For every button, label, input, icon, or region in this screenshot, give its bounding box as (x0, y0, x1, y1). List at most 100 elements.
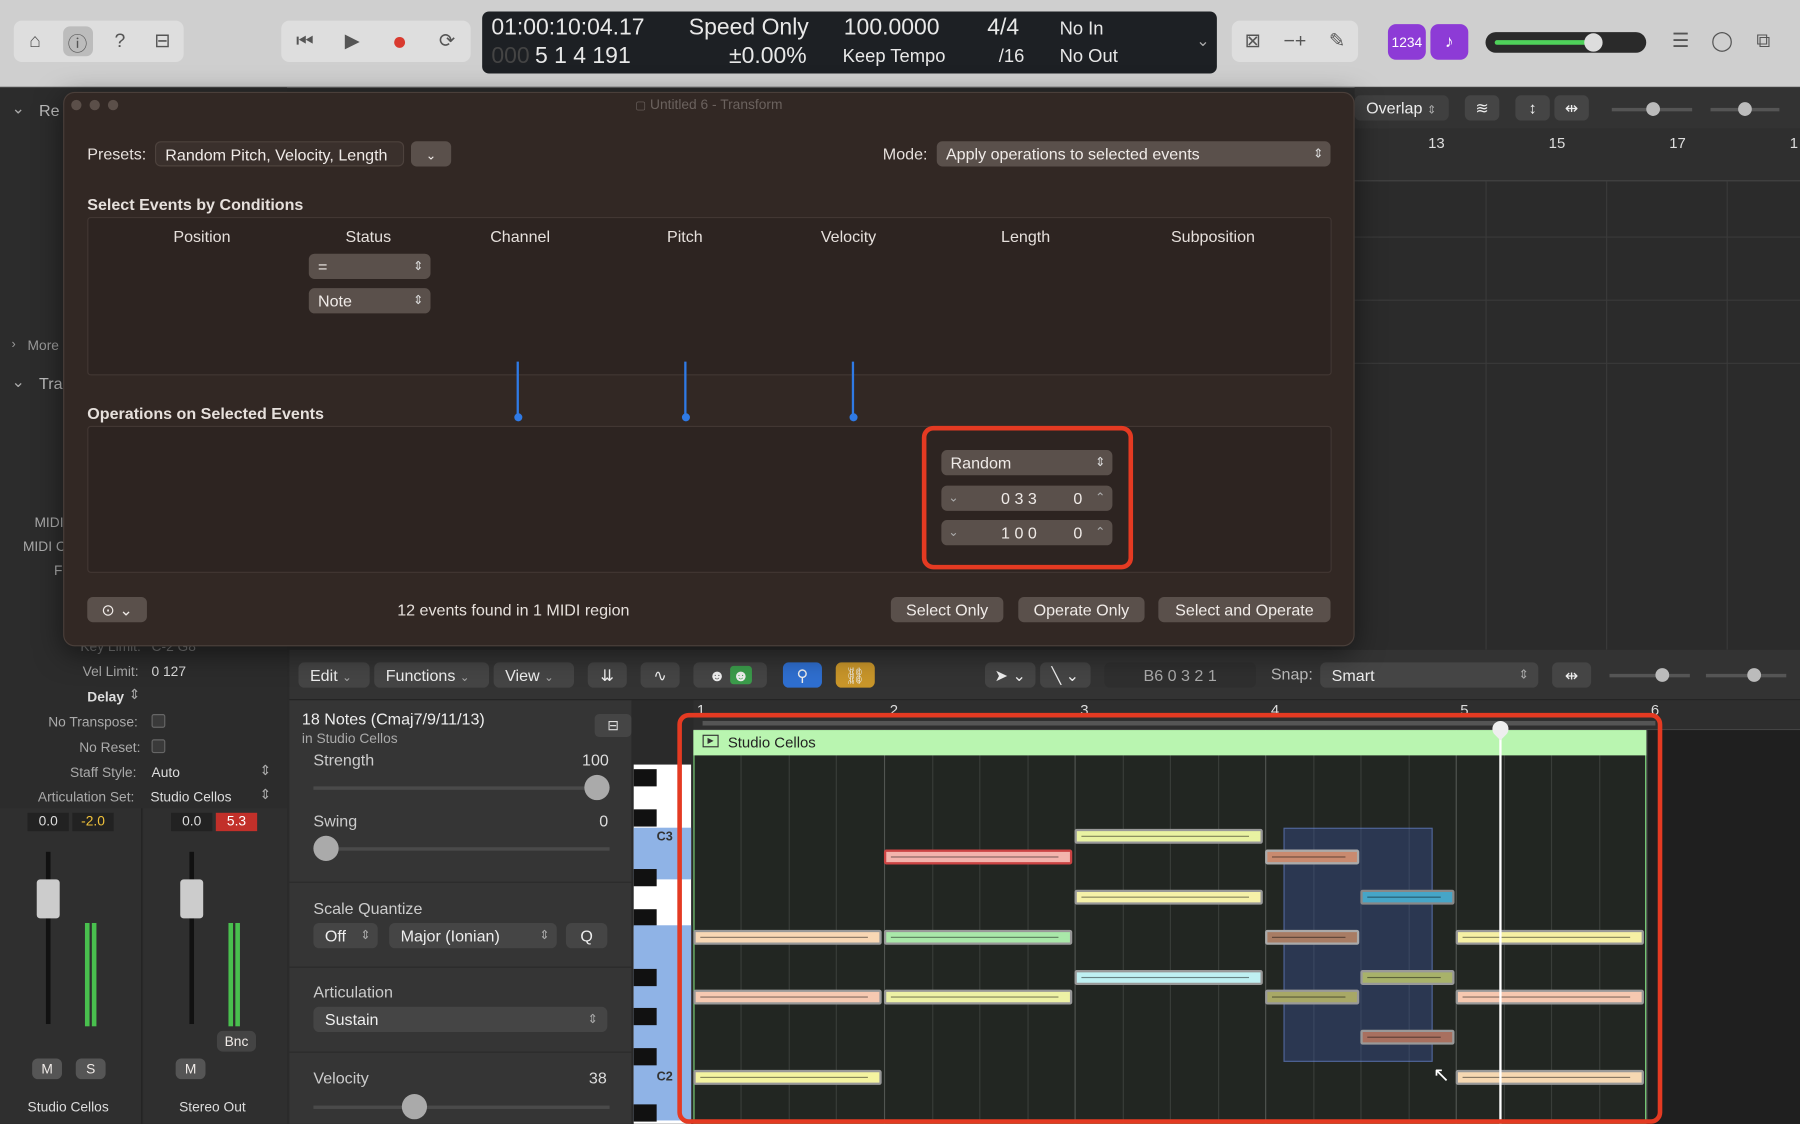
editor-zoom-h[interactable] (1705, 668, 1787, 682)
swing-slider[interactable] (313, 835, 610, 861)
strip2-meter-r (235, 922, 240, 1027)
automation-icon[interactable]: ∿ (640, 662, 680, 688)
vel-limit-value[interactable]: 0 127 (152, 664, 186, 680)
scale-popup[interactable]: Major (Ionian) ⇕ (389, 922, 557, 949)
region-section-header[interactable]: Re (39, 101, 60, 119)
count-in-button[interactable]: 1234 (1387, 24, 1426, 60)
link-icon[interactable]: ⛓ (835, 662, 875, 688)
waveform-icon[interactable]: ≋ (1464, 95, 1500, 121)
toolbar-icon[interactable]: ⊟ (148, 26, 178, 56)
cycle-icon[interactable]: ⟳ (432, 26, 462, 56)
more-disclosure[interactable]: More (28, 338, 59, 354)
midi-in-out-icons[interactable]: ☻ ☻ (693, 662, 767, 688)
strength-label: Strength (313, 750, 375, 770)
inspector-icon[interactable]: ⓘ (62, 26, 93, 57)
overlap-popup[interactable]: Overlap ⇕ (1354, 95, 1449, 121)
notepad-icon[interactable]: ◯ (1707, 26, 1737, 56)
strength-slider[interactable] (313, 774, 610, 801)
select-and-operate-button[interactable]: Select and Operate (1158, 596, 1331, 623)
pencil-tool-icon[interactable]: ╲ ⌄ (1040, 662, 1091, 688)
ellipsis-icon: ⊙ ⌄ (101, 600, 133, 619)
track-section-header[interactable]: Tra (39, 374, 63, 392)
no-reset-label: No Reset: (79, 739, 141, 756)
metronome-icon[interactable]: ♪ (1430, 24, 1469, 60)
action-menu[interactable]: ⊙ ⌄ (87, 596, 147, 623)
split-icon[interactable]: −+ (1280, 26, 1310, 56)
stepper-icon: ⇕ (413, 293, 424, 308)
staff-style-popup[interactable]: Auto (152, 765, 180, 781)
pencil-icon[interactable]: ✎ (1322, 26, 1352, 56)
editor-zoom-v[interactable] (1609, 668, 1690, 682)
mode-label: Mode: (882, 144, 928, 164)
vertical-zoom-icon[interactable]: ↕ (1515, 95, 1550, 121)
strip2-fader[interactable] (180, 879, 204, 919)
view-menu[interactable]: View ⌄ (493, 662, 574, 688)
zoom-slider-h[interactable] (1710, 102, 1780, 116)
vel-limit-label: Vel Limit: (82, 663, 139, 680)
chevron-down-icon[interactable]: ⌄ (1196, 31, 1209, 51)
catch-icon[interactable]: ⚲ (782, 662, 822, 688)
strip2-volume[interactable]: 0.0 (171, 812, 213, 832)
quantize-button[interactable]: Q (565, 922, 608, 949)
strength-value: 100 (582, 750, 609, 770)
column-pitch: Pitch (666, 227, 703, 246)
no-transpose-checkbox[interactable] (151, 714, 166, 728)
select-only-button[interactable]: Select Only (890, 596, 1004, 623)
browser-icon[interactable]: ⧉ (1748, 26, 1778, 56)
window-title: ▢ Untitled 6 - Transform (635, 96, 783, 113)
no-reset-checkbox[interactable] (151, 739, 166, 754)
scale-quantize-off-popup[interactable]: Off ⇕ (313, 922, 378, 949)
mode-popup[interactable]: Apply operations to selected events ⇕ (936, 141, 1331, 167)
velocity-knob[interactable] (401, 1094, 428, 1120)
collapse-panel-icon[interactable]: ⊟ (594, 714, 632, 738)
snap-popup[interactable]: Smart ⇕ (1320, 662, 1539, 688)
channel-strip-1: 0.0 -2.0 M S Studio Cellos (0, 808, 143, 1124)
swing-knob[interactable] (313, 835, 339, 861)
lcd-time: 01:00:10:04.17 (491, 14, 645, 41)
status-value: Note (317, 291, 352, 310)
close-box-icon[interactable]: ⊠ (1238, 26, 1268, 56)
mute-button[interactable]: M (175, 1058, 206, 1080)
collapse-icon[interactable]: ⇊ (587, 662, 627, 688)
ruler-bar-17: 17 (1669, 134, 1686, 152)
zoom-slider-v[interactable] (1611, 102, 1693, 116)
strip1-fader-track (45, 851, 51, 1025)
pointer-tool-icon[interactable]: ➤ ⌄ (984, 662, 1036, 688)
column-status: Status (345, 227, 392, 246)
strip1-volume[interactable]: 0.0 (27, 812, 69, 832)
velocity-connector (851, 361, 855, 417)
bounce-button[interactable]: Bnc (216, 1030, 257, 1052)
list-icon[interactable]: ☰ (1666, 26, 1696, 56)
strip1-fader[interactable] (36, 879, 60, 919)
edit-menu[interactable]: Edit ⌄ (298, 662, 370, 688)
articulation-set-popup[interactable]: Studio Cellos (150, 789, 231, 805)
help-icon[interactable]: ? (105, 26, 135, 56)
status-operator-popup[interactable]: = ⇕ (308, 253, 431, 279)
rewind-icon[interactable]: ⏮ (290, 26, 320, 56)
articulation-popup[interactable]: Sustain ⇕ (313, 1006, 608, 1033)
arrange-ruler[interactable]: 13 15 17 1 (1354, 128, 1800, 182)
operate-only-button[interactable]: Operate Only (1018, 596, 1145, 623)
chevron-right-icon[interactable]: › (11, 338, 15, 352)
column-position: Position (173, 227, 231, 246)
chevron-down-icon[interactable]: ⌄ (11, 372, 24, 392)
master-volume-slider[interactable] (1485, 32, 1647, 53)
solo-button[interactable]: S (75, 1058, 106, 1080)
status-value-popup[interactable]: Note ⇕ (308, 288, 431, 314)
strength-knob[interactable] (584, 774, 610, 801)
mute-button[interactable]: M (32, 1058, 62, 1080)
presets-dropdown[interactable]: ⌄ (410, 141, 452, 167)
velocity-slider[interactable] (313, 1094, 610, 1120)
f-label: F (53, 562, 63, 579)
lcd-display[interactable]: 01:00:10:04.17 000 5 1 4 191 Speed Only … (482, 11, 1217, 74)
fit-icon[interactable]: ⇹ (1554, 95, 1589, 121)
volume-knob[interactable] (1584, 33, 1603, 52)
fit-icon[interactable]: ⇹ (1552, 662, 1592, 688)
play-icon[interactable]: ▶ (337, 26, 367, 56)
library-icon[interactable]: ⌂ (20, 26, 50, 56)
functions-menu[interactable]: Functions ⌄ (374, 662, 490, 688)
record-icon[interactable]: ● (385, 26, 415, 56)
delay-popup[interactable]: Delay (87, 689, 124, 705)
presets-field[interactable]: Random Pitch, Velocity, Length (154, 141, 405, 167)
chevron-down-icon[interactable]: ⌄ (11, 99, 24, 119)
